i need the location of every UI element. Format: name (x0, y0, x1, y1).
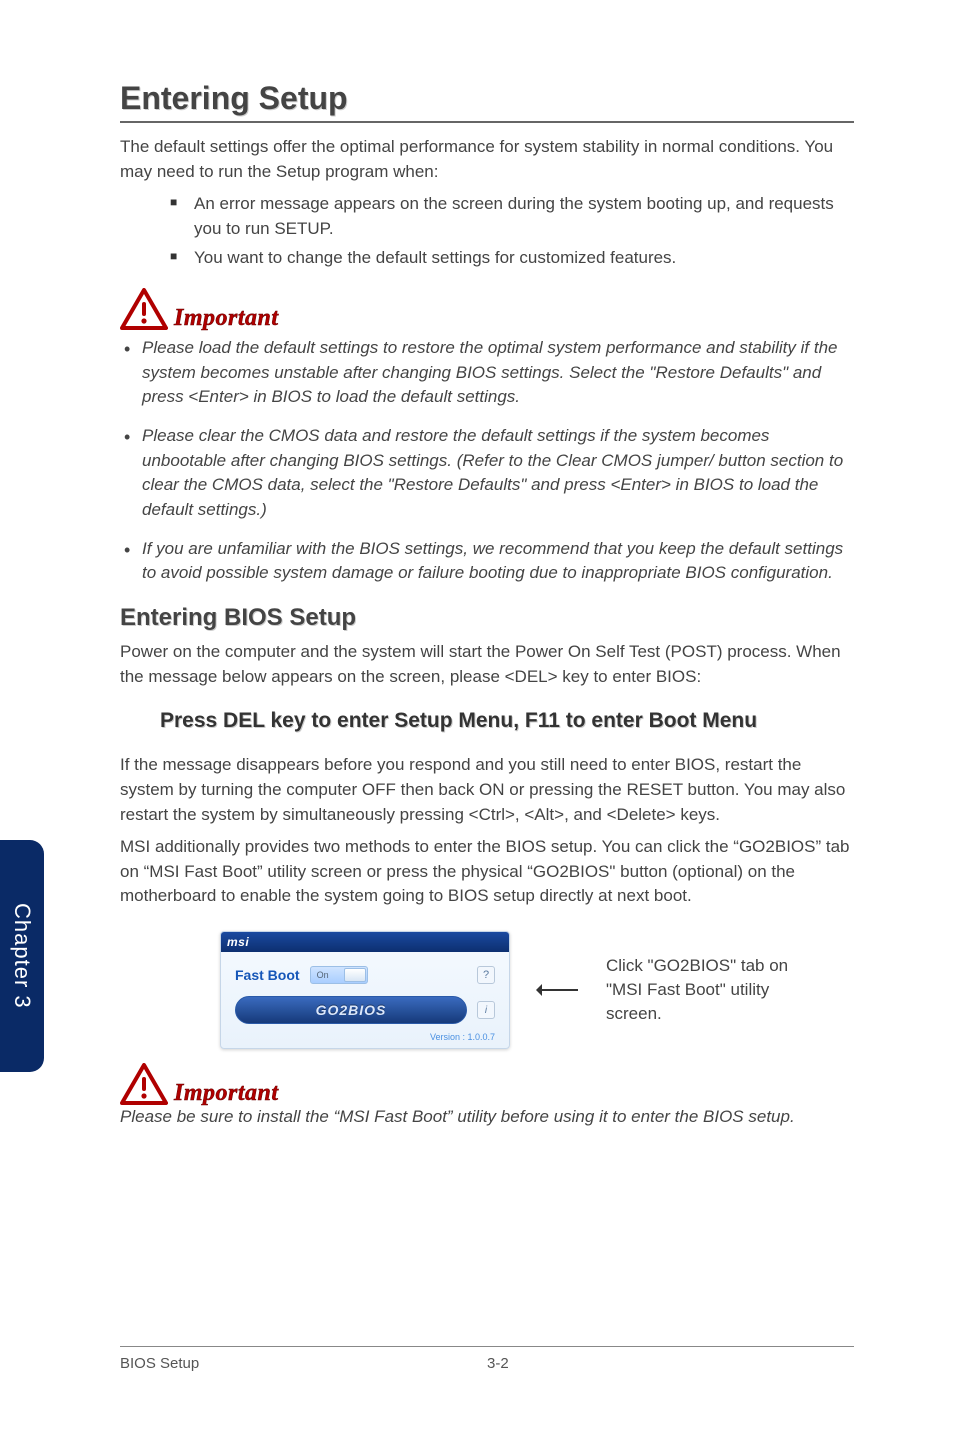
important-label: Important (174, 1080, 279, 1107)
warning-icon (120, 1063, 168, 1105)
intro-paragraph: The default settings offer the optimal p… (120, 135, 854, 184)
important-2-note: Please be sure to install the “MSI Fast … (120, 1105, 854, 1130)
info-button[interactable]: i (477, 1001, 495, 1019)
page-footer: BIOS Setup 3-2 (120, 1346, 854, 1372)
important-callout-2: Important Please be sure to install the … (120, 1063, 854, 1130)
intro-bullet: An error message appears on the screen d… (170, 192, 854, 241)
after-press-paragraph-1: If the message disappears before you res… (120, 753, 854, 827)
footer-page-number: 3-2 (487, 1355, 854, 1372)
toggle-knob (344, 968, 366, 982)
intro-bullet-list: An error message appears on the screen d… (170, 192, 854, 270)
intro-bullet: You want to change the default settings … (170, 246, 854, 271)
msi-logo-text: msi (227, 935, 249, 949)
important-list: Please load the default settings to rest… (120, 336, 854, 586)
version-label: Version : 1.0.0.7 (235, 1032, 495, 1042)
important-callout: Important Please load the default settin… (120, 288, 854, 586)
important-item: If you are unfamiliar with the BIOS sett… (120, 537, 854, 586)
chapter-side-tab-label: Chapter 3 (9, 903, 35, 1009)
important-label: Important (174, 305, 279, 332)
fastboot-toggle[interactable]: On (310, 966, 368, 984)
go2bios-button[interactable]: GO2BIOS (235, 996, 467, 1024)
important-item: Please clear the CMOS data and restore t… (120, 424, 854, 523)
fastboot-titlebar: msi (221, 932, 509, 952)
chapter-side-tab: Chapter 3 (0, 840, 44, 1072)
sub-body-paragraph: Power on the computer and the system wil… (120, 640, 854, 689)
help-button[interactable]: ? (477, 966, 495, 984)
sub-heading: Entering BIOS Setup (120, 604, 854, 632)
arrow-icon (538, 989, 578, 991)
toggle-on-text: On (317, 970, 329, 980)
warning-icon (120, 288, 168, 330)
fastboot-caption: Click "GO2BIOS" tab on "MSI Fast Boot" u… (606, 954, 826, 1025)
fastboot-label: Fast Boot (235, 967, 300, 983)
footer-section: BIOS Setup (120, 1355, 487, 1372)
after-press-paragraph-2: MSI additionally provides two methods to… (120, 835, 854, 909)
important-item: Please load the default settings to rest… (120, 336, 854, 410)
fastboot-figure: msi Fast Boot On ? GO2BIOS i Version : 1… (220, 931, 854, 1049)
page-heading: Entering Setup (120, 80, 854, 123)
press-instruction: Press DEL key to enter Setup Menu, F11 t… (160, 709, 854, 733)
fastboot-window: msi Fast Boot On ? GO2BIOS i Version : 1… (220, 931, 510, 1049)
